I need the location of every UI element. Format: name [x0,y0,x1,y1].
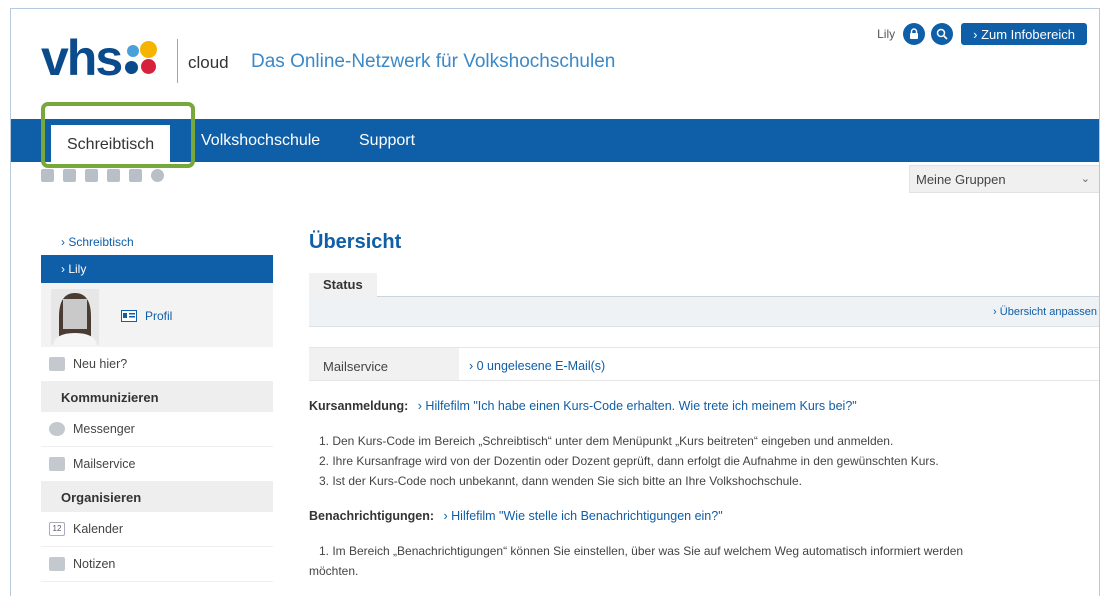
tab-volkshochschule[interactable]: Volkshochschule [201,119,320,162]
groups-select-value: Meine Gruppen [916,172,1006,187]
sidebar-item-mailservice[interactable]: Mailservice [41,447,273,482]
help-icon[interactable] [151,169,164,182]
list-item: 3. Ist der Kurs-Code noch unbekannt, dan… [319,474,802,488]
toolbar [41,169,164,182]
list-item: 2. Ihre Kursanfrage wird von der Dozenti… [319,454,939,468]
export-icon[interactable] [85,169,98,182]
overview-adjust-bar: › Übersicht anpassen [309,297,1099,327]
groups-select[interactable]: Meine Gruppen ⌄ [909,165,1099,193]
mailservice-label: Mailservice [309,348,459,380]
user-controls: Lily › Zum Infobereich [877,23,1087,45]
lock-icon[interactable] [903,23,926,45]
logo-text: vhs [41,30,123,86]
unread-mail-link[interactable]: › 0 ungelesene E-Mail(s) [459,348,605,380]
sidebar-item-label: Kalender [73,522,124,536]
slogan: Das Online-Netzwerk für Volkshochschulen [251,51,616,72]
list-item: möchten. [309,564,359,578]
course-steps-list: 1. Den Kurs-Code im Bereich „Schreibtisc… [309,431,1099,491]
course-help-video-link[interactable]: › Hilfefilm "Ich habe einen Kurs-Code er… [418,399,857,413]
tab-highlight-frame [41,102,195,168]
sidebar-item-new[interactable]: Neu hier? [41,347,273,382]
pdf-icon[interactable] [107,169,120,182]
logo-cloud-label: cloud [188,53,229,72]
sidebar-active-user[interactable]: › Lily [41,255,273,283]
logo-separator [177,39,178,83]
messenger-icon [49,422,65,436]
mailservice-row: Mailservice › 0 ungelesene E-Mail(s) [309,347,1099,381]
notifications-help-video-link[interactable]: › Hilfefilm "Wie stelle ich Benachrichti… [444,509,723,523]
page-title: Übersicht [309,231,402,253]
mail-icon [49,457,65,471]
course-registration-section: Kursanmeldung: › Hilfefilm "Ich habe ein… [309,399,1099,413]
profile-label: Profil [145,309,173,323]
info-area-button[interactable]: › Zum Infobereich [961,23,1087,45]
add-icon[interactable] [41,169,54,182]
search-icon[interactable] [931,23,954,45]
notes-icon [49,557,65,571]
sidebar-item-notes[interactable]: Notizen [41,547,273,582]
sidebar-item-label: Notizen [73,557,116,571]
id-card-icon [121,310,137,322]
profile-link[interactable]: Profil [121,309,172,323]
user-name[interactable]: Lily [877,27,895,41]
list-item: 1. Im Bereich „Benachrichtigungen“ könne… [319,544,964,558]
main-content: Übersicht Status › Übersicht anpassen Ma… [309,231,1099,581]
calendar-icon: 12 [49,522,65,536]
print-icon[interactable] [129,169,142,182]
notifications-label: Benachrichtigungen: [309,509,435,523]
chevron-down-icon: ⌄ [1080,173,1090,185]
status-tab-row: Status [309,267,1099,297]
list-item: 1. Den Kurs-Code im Bereich „Schreibtisc… [319,434,894,448]
breadcrumb-schreibtisch[interactable]: › Schreibtisch [41,231,273,255]
sidebar-section-communicate: Kommunizieren [41,382,273,412]
profile-block: Profil [41,283,273,347]
sidebar-item-label: Neu hier? [73,357,128,371]
logo-dots-icon [123,41,165,83]
sidebar-section-organize: Organisieren [41,482,273,512]
course-registration-label: Kursanmeldung: [309,399,409,413]
sidebar-item-label: Messenger [73,422,135,436]
tab-status[interactable]: Status [309,273,377,297]
edit-icon[interactable] [63,169,76,182]
notifications-section: Benachrichtigungen: › Hilfefilm "Wie ste… [309,509,1099,523]
sidebar-item-label: Mailservice [73,457,136,471]
vhs-logo[interactable]: vhs [41,33,165,83]
sidebar-item-messenger[interactable]: Messenger [41,412,273,447]
new-user-icon [49,357,65,371]
notifications-steps-list: 1. Im Bereich „Benachrichtigungen“ könne… [309,541,1099,581]
app-frame: vhs cloud Das Online-Netzwerk für Volksh… [10,8,1100,596]
tab-support[interactable]: Support [359,119,415,162]
sidebar-item-calendar[interactable]: 12 Kalender [41,512,273,547]
adjust-overview-link[interactable]: › Übersicht anpassen [993,306,1097,318]
avatar [51,289,99,345]
sidebar: › Schreibtisch › Lily Profil Neu hier? K… [41,231,273,582]
